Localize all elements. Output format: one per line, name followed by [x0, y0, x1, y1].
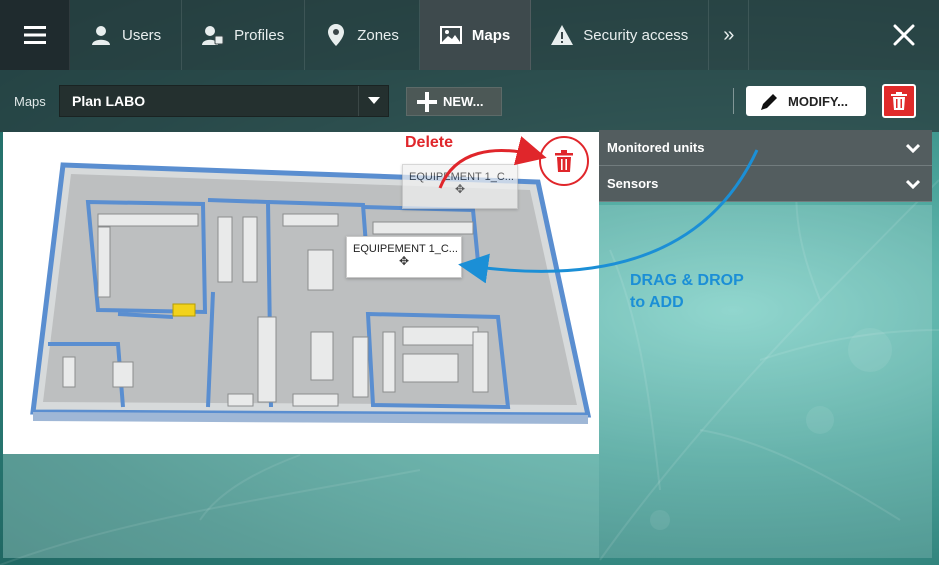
plus-icon — [417, 91, 437, 112]
modify-label: MODIFY... — [788, 93, 848, 109]
tab-label: Zones — [357, 26, 399, 44]
tab-label: Security access — [583, 26, 689, 44]
delete-annotation: Delete — [405, 134, 454, 151]
right-panel-body — [599, 205, 932, 558]
accordion-label: Monitored units — [607, 140, 705, 155]
map-pin-icon — [325, 24, 347, 46]
chevron-down-icon — [358, 86, 388, 116]
move-icon: ✥ — [398, 254, 410, 268]
modify-button[interactable]: MODIFY... — [746, 86, 866, 116]
map-toolbar: Maps Plan LABO NEW... MODIFY... — [0, 70, 939, 132]
equipment-marker-original[interactable]: EQUIPEMENT 1_C... ✥ — [402, 164, 518, 209]
user-icon — [90, 24, 112, 46]
close-button[interactable] — [869, 0, 939, 70]
accordion-monitored-units[interactable]: Monitored units — [599, 130, 932, 166]
tab-profiles[interactable]: Profiles — [182, 0, 306, 70]
tab-label: Maps — [471, 26, 511, 44]
tab-zones[interactable]: Zones — [305, 0, 420, 70]
double-chevron-right-icon: » — [723, 23, 735, 46]
map-select-value: Plan LABO — [72, 93, 146, 109]
tab-label: Profiles — [234, 26, 285, 44]
chevron-down-icon — [906, 143, 920, 153]
top-navigation: Users Profiles Zones Maps Security acces… — [0, 0, 939, 70]
delete-drop-target[interactable] — [539, 136, 589, 186]
new-map-label: NEW... — [443, 94, 484, 109]
tab-security-access[interactable]: Security access — [531, 0, 710, 70]
drag-drop-line-1: DRAG & DROP — [630, 272, 744, 289]
toolbar-divider — [733, 88, 734, 114]
warning-icon — [551, 24, 574, 46]
close-icon — [893, 24, 915, 46]
drag-drop-line-2: to ADD — [630, 294, 684, 311]
profiles-icon — [202, 24, 224, 46]
accordion-label: Sensors — [607, 176, 659, 191]
map-select[interactable]: Plan LABO — [59, 85, 389, 117]
accordion-sensors[interactable]: Sensors — [599, 166, 932, 202]
trash-icon — [891, 92, 907, 110]
map-canvas-empty-area — [3, 454, 599, 558]
right-panel: Monitored units Sensors — [599, 130, 932, 202]
menu-button[interactable] — [0, 0, 70, 70]
chevron-down-icon — [906, 179, 920, 189]
trash-icon — [555, 150, 573, 172]
tab-label: Users — [122, 26, 162, 44]
drag-drop-annotation: DRAG & DROP to ADD — [630, 270, 744, 314]
maps-label: Maps — [14, 94, 46, 109]
equipment-marker-dragged[interactable]: EQUIPEMENT 1_C... ✥ — [346, 236, 462, 278]
image-icon — [439, 24, 462, 46]
map-canvas[interactable]: EQUIPEMENT 1_C... ✥ EQUIPEMENT 1_C... ✥ — [3, 132, 599, 454]
move-icon: ✥ — [454, 182, 466, 196]
new-map-button[interactable]: NEW... — [406, 87, 502, 116]
tab-users[interactable]: Users — [70, 0, 183, 70]
tab-maps[interactable]: Maps — [419, 0, 532, 70]
pencil-icon — [761, 94, 777, 110]
hamburger-icon — [23, 26, 46, 44]
delete-map-button[interactable] — [882, 84, 916, 118]
more-tabs-button[interactable]: » — [709, 0, 750, 70]
